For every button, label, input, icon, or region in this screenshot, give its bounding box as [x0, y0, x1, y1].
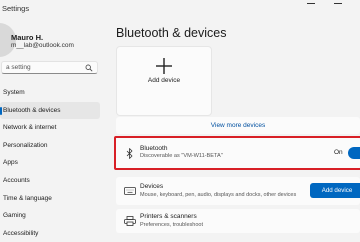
view-more-devices-row[interactable]: View more devices	[116, 117, 360, 134]
add-device-tile[interactable]: Add device	[116, 46, 212, 116]
nav-item-label: Personalization	[3, 141, 48, 149]
main-content: Bluetooth & devices Add device View more…	[104, 0, 360, 240]
nav-item-system[interactable]: System	[0, 84, 100, 102]
view-more-devices-link[interactable]: View more devices	[116, 122, 360, 129]
plus-icon	[156, 58, 172, 74]
nav-item-label: System	[3, 89, 25, 96]
bluetooth-highlight-box	[114, 136, 360, 170]
nav-item-label: Accessibility	[3, 229, 39, 237]
nav-item-gaming[interactable]: Gaming	[0, 207, 100, 225]
search-placeholder: a setting	[6, 64, 31, 71]
nav-item-apps[interactable]: Apps	[0, 154, 100, 172]
nav-item-label: Network & internet	[3, 124, 57, 132]
nav-item-label: Gaming	[3, 212, 26, 220]
search-icon[interactable]	[85, 64, 93, 72]
page-title: Bluetooth & devices	[116, 26, 227, 40]
nav-item-network-internet[interactable]: Network & internet	[0, 119, 100, 137]
printers-title: Printers & scanners	[140, 213, 197, 220]
devices-subtitle: Mouse, keyboard, pen, audio, displays an…	[140, 192, 297, 198]
printers-card[interactable]: Printers & scanners Preferences, trouble…	[116, 209, 360, 233]
nav-item-label: Apps	[3, 159, 18, 167]
nav-item-time-language[interactable]: Time & language	[0, 190, 100, 208]
nav-item-label: Time & language	[3, 194, 52, 202]
nav-item-accounts[interactable]: Accounts	[0, 172, 100, 190]
nav-active-indicator	[0, 106, 2, 115]
printers-subtitle: Preferences, troubleshoot	[140, 222, 203, 228]
search-input[interactable]: a setting	[1, 61, 98, 74]
nav-item-personalization[interactable]: Personalization	[0, 137, 100, 155]
user-email: m__lab@outlook.com	[11, 42, 74, 49]
devices-title: Devices	[140, 183, 164, 190]
printer-icon	[124, 216, 136, 226]
sidebar: Mauro H. m__lab@outlook.com a setting Sy…	[0, 0, 104, 240]
nav-list: System Bluetooth & devices Network & int…	[0, 84, 100, 242]
nav-item-label: Bluetooth & devices	[3, 106, 61, 114]
user-name: Mauro H.	[11, 33, 44, 42]
devices-card[interactable]: Devices Mouse, keyboard, pen, audio, dis…	[116, 177, 360, 205]
nav-item-label: Accounts	[3, 176, 30, 184]
keyboard-icon	[124, 187, 136, 195]
nav-item-bluetooth-devices[interactable]: Bluetooth & devices	[0, 101, 100, 120]
add-device-tile-label: Add device	[147, 77, 181, 84]
nav-item-accessibility[interactable]: Accessibility	[0, 225, 100, 242]
add-device-button[interactable]: Add device	[310, 183, 360, 198]
